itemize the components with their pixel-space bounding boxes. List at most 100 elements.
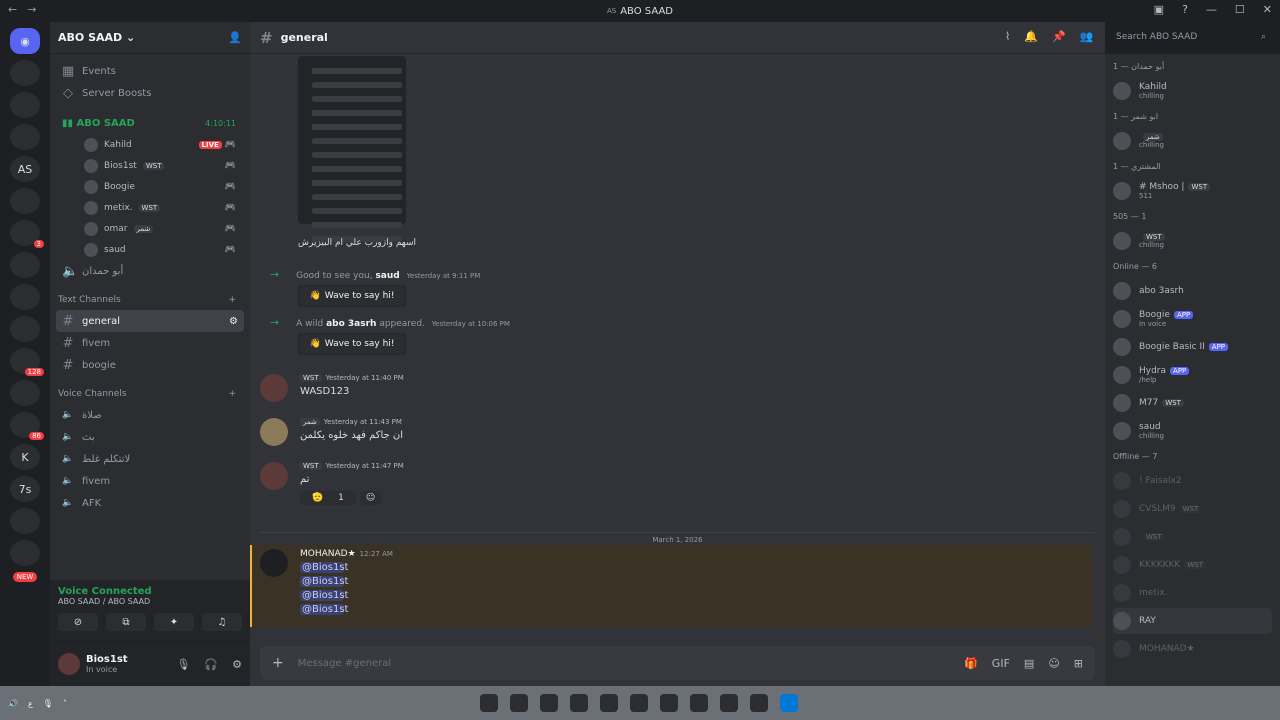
member-item[interactable]: Boogie Basic II APP (1113, 334, 1272, 360)
server-icon[interactable]: 7s (10, 476, 40, 502)
close-button[interactable]: ✕ (1263, 3, 1272, 16)
app-icon[interactable] (600, 694, 618, 712)
user-mention[interactable]: @Bios1st (300, 576, 348, 587)
server-icon[interactable]: AS (10, 156, 40, 182)
voice-channels-category[interactable]: Voice Channels + (56, 384, 244, 404)
server-header[interactable]: ABO SAAD ⌄ 👤 (50, 22, 250, 54)
member-item[interactable]: WST chilling (1113, 228, 1272, 254)
help-icon[interactable]: ? (1182, 3, 1188, 16)
add-member-icon[interactable]: 👤 (228, 31, 242, 44)
reaction[interactable]: 🫡 1 (300, 491, 356, 505)
language-indicator[interactable]: ع (28, 699, 33, 708)
image-attachment[interactable] (298, 56, 406, 242)
headphones-icon[interactable]: 🎧 (204, 658, 218, 671)
text-channel-fivem[interactable]: # fivem (56, 332, 244, 354)
add-voice-channel-icon[interactable]: + (228, 389, 236, 399)
pin-icon[interactable]: 📌 (1052, 30, 1066, 43)
gear-icon[interactable]: ⚙ (232, 658, 242, 671)
sys2-user[interactable]: abo 3asrh (326, 319, 376, 329)
server-icon[interactable] (10, 252, 40, 278)
avatar[interactable] (260, 374, 288, 402)
message-composer[interactable]: + Message #general 🎁 GIF ▤ ☺ ⊞ (260, 646, 1095, 680)
add-channel-icon[interactable]: + (228, 295, 236, 305)
server-icon[interactable] (10, 540, 40, 566)
app-icon[interactable] (480, 694, 498, 712)
microphone-icon[interactable]: 🎙 (176, 658, 190, 671)
server-icon[interactable] (10, 284, 40, 310)
windows-start-icon[interactable] (780, 694, 798, 712)
discord-icon[interactable] (570, 694, 588, 712)
inbox-icon[interactable]: ▣ (1154, 3, 1164, 16)
member-item[interactable]: Hydra APP/help (1113, 362, 1272, 388)
member-item[interactable]: ! Faisalx2 (1113, 468, 1272, 494)
gear-icon[interactable]: ⚙ (229, 316, 238, 327)
gif-icon[interactable]: GIF (992, 657, 1010, 670)
member-item[interactable]: MOHANAD★ (1113, 636, 1272, 662)
text-channel-boogie[interactable]: # boogie (56, 354, 244, 376)
server-icon[interactable] (10, 316, 40, 342)
member-item[interactable]: WST (1113, 524, 1272, 550)
search-input[interactable]: Search ABO SAAD ⌕ (1110, 28, 1272, 48)
add-reaction-icon[interactable]: ☺ (359, 491, 382, 505)
server-icon[interactable]: K (10, 444, 40, 470)
wave-button-2[interactable]: 👋 Wave to say hi! (298, 333, 406, 355)
chrome-icon[interactable] (630, 694, 648, 712)
avatar[interactable] (260, 549, 288, 577)
app-icon[interactable] (720, 694, 738, 712)
voice-user[interactable]: Kahild LIVE 🎮 (56, 134, 244, 155)
steam-icon[interactable] (510, 694, 528, 712)
events-item[interactable]: ▦ Events (56, 60, 244, 82)
voice-user[interactable]: Boogie 🎮 (56, 176, 244, 197)
text-channel-general[interactable]: # general ⚙ (56, 310, 244, 332)
voice-user[interactable]: metix. WST 🎮 (56, 197, 244, 218)
server-icon[interactable]: 3 (10, 220, 44, 248)
server-icon[interactable] (10, 124, 40, 150)
activities-button[interactable]: ✦ (154, 613, 194, 631)
member-item[interactable]: RAY (1113, 608, 1272, 634)
voice-channel-abo-saad[interactable]: ▮▮ ABO SAAD 4:10:11 (56, 112, 244, 134)
text-channels-category[interactable]: Text Channels + (56, 290, 244, 310)
nav-arrows[interactable]: ←→ (8, 3, 46, 16)
member-item[interactable]: metix. (1113, 580, 1272, 606)
maximize-button[interactable]: ☐ (1235, 3, 1245, 16)
user-mention[interactable]: @Bios1st (300, 590, 348, 601)
video-off-button[interactable]: ⊘ (58, 613, 98, 631)
member-item[interactable]: # Mshoo | WST 511 (1113, 178, 1272, 204)
sticker-icon[interactable]: ▤ (1024, 657, 1034, 670)
member-item[interactable]: CVSLM9 WST (1113, 496, 1272, 522)
user-mention[interactable]: @Bios1st (300, 604, 348, 615)
screen-share-button[interactable]: ⧉ (106, 613, 146, 631)
server-icon[interactable] (10, 92, 40, 118)
server-boosts-item[interactable]: ◇ Server Boosts (56, 82, 244, 104)
plus-icon[interactable]: + (272, 655, 284, 671)
server-icon[interactable] (10, 188, 40, 214)
bell-icon[interactable]: 🔔 (1024, 30, 1038, 43)
emoji-icon[interactable]: ☺ (1048, 657, 1059, 670)
chevron-up-icon[interactable]: ˄ (63, 699, 67, 708)
server-icon[interactable] (10, 60, 40, 86)
gift-icon[interactable]: 🎁 (964, 657, 978, 670)
member-item[interactable]: شمر chilling (1113, 128, 1272, 154)
app-icon[interactable] (540, 694, 558, 712)
sys1-user[interactable]: saud (375, 271, 399, 281)
voice-user[interactable]: omar شمر 🎮 (56, 218, 244, 239)
voice-channel[interactable]: 🔈 AFK (56, 492, 244, 514)
voice-user[interactable]: saud 🎮 (56, 239, 244, 260)
member-item[interactable]: M77 WST (1113, 390, 1272, 416)
speaker-icon[interactable]: 🔊 (8, 699, 18, 708)
discord-home-icon[interactable]: ◉ (10, 28, 40, 54)
voice-channel-extra[interactable]: 🔈 أبو حمدان (56, 260, 244, 282)
member-item[interactable]: Boogie APP In voice (1113, 306, 1272, 332)
soundboard-button[interactable]: ♫ (202, 613, 242, 631)
app-icon[interactable] (690, 694, 708, 712)
threads-icon[interactable]: ⌇ (1005, 30, 1010, 43)
folder-icon[interactable] (660, 694, 678, 712)
avatar[interactable] (58, 653, 80, 675)
wave-button[interactable]: 👋 Wave to say hi! (298, 285, 406, 307)
message-input[interactable]: Message #general (298, 658, 391, 669)
search-icon[interactable] (750, 694, 768, 712)
member-list-icon[interactable]: 👥 (1080, 30, 1094, 43)
member-item[interactable]: abo 3asrh (1113, 278, 1272, 304)
apps-icon[interactable]: ⊞ (1074, 657, 1083, 670)
member-item[interactable]: saud chilling (1113, 418, 1272, 444)
